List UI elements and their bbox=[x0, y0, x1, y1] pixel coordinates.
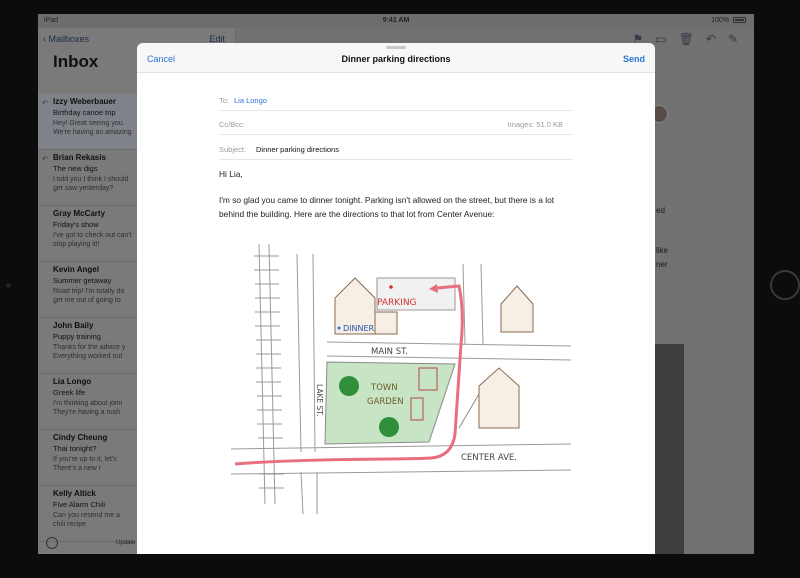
battery-percent: 100% bbox=[711, 17, 730, 24]
message-preview: I've got to check out can't stop playing… bbox=[53, 232, 132, 248]
battery-indicator: 100% bbox=[711, 17, 746, 24]
status-bar: iPad 9:41 AM 100% bbox=[38, 14, 754, 28]
home-button[interactable] bbox=[770, 270, 800, 300]
front-camera bbox=[6, 283, 11, 288]
folder-icon[interactable]: ▭ bbox=[655, 32, 678, 46]
clock: 9:41 AM bbox=[382, 17, 410, 24]
parking-label: PARKING bbox=[377, 298, 417, 308]
compose-header: Cancel Dinner parking directions Send bbox=[137, 43, 655, 73]
message-preview: Road trip! I'm totally do get me out of … bbox=[53, 288, 125, 304]
send-button[interactable]: Send bbox=[623, 54, 645, 64]
to-label: To: bbox=[219, 96, 230, 105]
back-label: Mailboxes bbox=[48, 34, 90, 44]
recipient-token[interactable]: Lia Longo bbox=[234, 96, 267, 105]
garden-label: GARDEN bbox=[367, 397, 404, 407]
main-st-label: MAIN ST. bbox=[371, 347, 408, 357]
message-text: ner bbox=[656, 260, 668, 269]
reply-icon: ↶ bbox=[42, 156, 48, 163]
reply-icon[interactable]: ↶ bbox=[706, 32, 728, 46]
message-preview: I told you I think I should get saw yest… bbox=[53, 176, 129, 192]
directions-map-image: PARKING DINNER MAIN ST. LAKE ST. TOWN GA… bbox=[231, 243, 572, 515]
screen: iPad 9:41 AM 100% ‹ Mailboxes Edit Inbox… bbox=[38, 14, 754, 554]
compose-icon[interactable]: ✎ bbox=[728, 32, 750, 46]
center-ave-label: CENTER AVE. bbox=[461, 453, 517, 463]
message-preview: Hey! Great seeing you. We're having an a… bbox=[53, 120, 132, 136]
subject-field[interactable]: Subject: Dinner parking directions bbox=[219, 136, 573, 160]
filter-icon[interactable] bbox=[46, 537, 58, 549]
message-preview: I'm thinking about joini They're having … bbox=[53, 400, 123, 416]
battery-icon bbox=[733, 17, 746, 24]
trash-icon[interactable]: 🗑 bbox=[679, 32, 706, 46]
lake-st-label: LAKE ST. bbox=[315, 384, 324, 416]
updated-status: Update bbox=[116, 540, 136, 546]
town-label: TOWN bbox=[370, 383, 398, 393]
message-preview: Can you resend me a chili recipe bbox=[53, 512, 120, 528]
dinner-label: DINNER bbox=[343, 324, 375, 333]
message-body[interactable]: I'm so glad you came to dinner tonight. … bbox=[219, 194, 573, 221]
subject-label: Subject: bbox=[219, 145, 247, 154]
message-preview: If you're up to it, let's There's a new … bbox=[53, 456, 117, 472]
message-text: ed bbox=[656, 206, 665, 215]
cc-bcc-label: Cc/Bcc: bbox=[219, 120, 245, 129]
subject-value[interactable]: Dinner parking directions bbox=[256, 145, 339, 154]
message-preview: Thanks for the advice y Everything worke… bbox=[53, 344, 126, 360]
message-text: like bbox=[656, 246, 669, 255]
to-field[interactable]: To: Lia Longo bbox=[219, 87, 573, 111]
message-image bbox=[654, 344, 684, 554]
compose-title: Dinner parking directions bbox=[341, 54, 451, 64]
cc-bcc-field[interactable]: Cc/Bcc: Images: 51.0 KB bbox=[219, 111, 573, 135]
mailboxes-back-button[interactable]: ‹ Mailboxes bbox=[43, 34, 89, 44]
page-title: Inbox bbox=[53, 52, 99, 71]
reply-icon: ↶ bbox=[42, 100, 48, 107]
compose-sheet: Cancel Dinner parking directions Send To… bbox=[137, 43, 655, 554]
ipad-frame: iPad 9:41 AM 100% ‹ Mailboxes Edit Inbox… bbox=[0, 0, 800, 578]
greeting-text[interactable]: Hi Lia, bbox=[219, 168, 573, 182]
images-size[interactable]: Images: 51.0 KB bbox=[508, 120, 563, 129]
sheet-grabber[interactable] bbox=[386, 46, 406, 49]
